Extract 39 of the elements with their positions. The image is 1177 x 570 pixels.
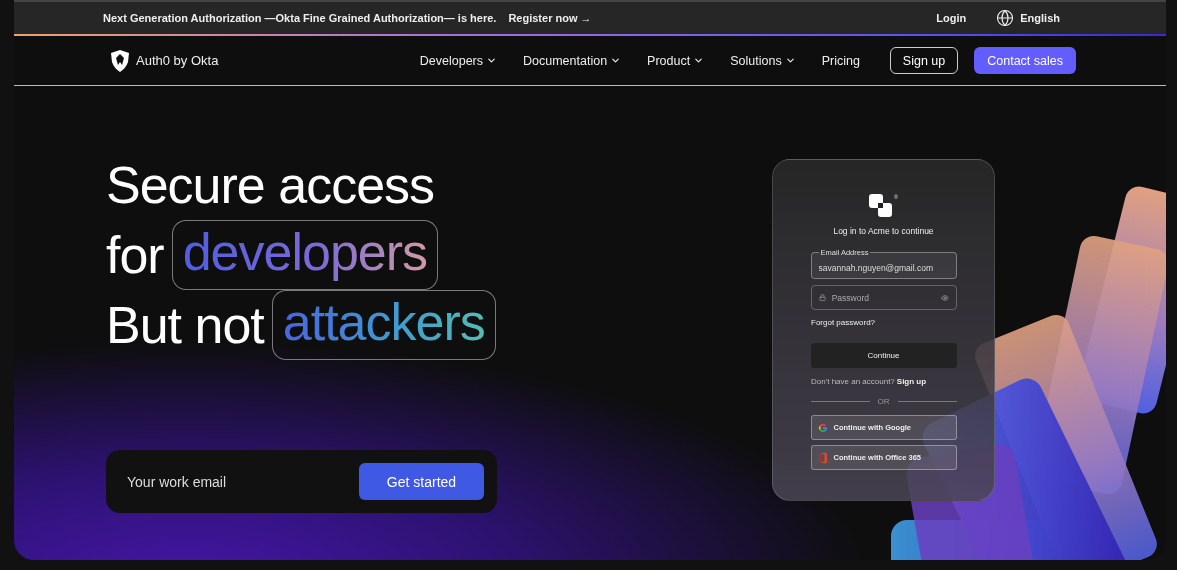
sign-up-button[interactable]: Sign up: [889, 47, 959, 74]
nav-item[interactable]: Developers: [419, 53, 498, 68]
language-button[interactable]: English: [996, 9, 1060, 27]
contact-sales-button[interactable]: Contact sales: [974, 47, 1076, 74]
continue-button[interactable]: Continue: [810, 343, 957, 368]
login-link[interactable]: Login: [936, 12, 967, 24]
eye-icon[interactable]: [940, 292, 949, 303]
password-input[interactable]: Password: [831, 292, 935, 303]
chevron-down-icon: [693, 55, 705, 66]
office-icon: [817, 451, 828, 464]
forgot-password-link[interactable]: Forgot password?: [811, 318, 876, 327]
highlight-text: developers: [171, 220, 439, 290]
lock-icon: [818, 293, 826, 302]
login-title: Log in to Acme to continue: [833, 226, 934, 236]
chevron-down-icon: [486, 55, 498, 66]
get-started-button[interactable]: Get started: [359, 463, 484, 500]
announcement-text: Next Generation Authorization —Okta Fine Grained Authorization— is here.: [103, 12, 497, 24]
email-input[interactable]: savannah.nguyen@gmail.com: [818, 263, 949, 273]
headline-text: for: [106, 225, 164, 285]
sign-up-link[interactable]: Sign up: [896, 377, 927, 386]
shield-logo-icon: [110, 49, 130, 72]
nav-item[interactable]: Solutions: [730, 53, 796, 68]
password-field[interactable]: Password: [810, 285, 957, 310]
register-link[interactable]: Register now →: [508, 12, 592, 24]
nav-item[interactable]: Documentation: [523, 53, 622, 68]
nav-item[interactable]: Pricing: [821, 53, 860, 68]
headline-text: But not: [106, 295, 264, 355]
brand-name: Auth0 by Okta: [136, 53, 219, 68]
or-text: OR: [877, 397, 890, 406]
google-icon: [817, 422, 828, 433]
chevron-down-icon: [784, 55, 796, 66]
squares-logo-icon: [868, 194, 893, 218]
nav-item[interactable]: Product: [647, 53, 705, 68]
headline-text: Secure access: [106, 155, 435, 215]
no-account-text: Don't have an account?: [811, 377, 895, 386]
chevron-down-icon: [610, 55, 622, 66]
highlight-text: attackers: [271, 290, 496, 360]
work-email-field[interactable]: Your work email: [125, 472, 359, 491]
globe-icon: [996, 9, 1015, 27]
